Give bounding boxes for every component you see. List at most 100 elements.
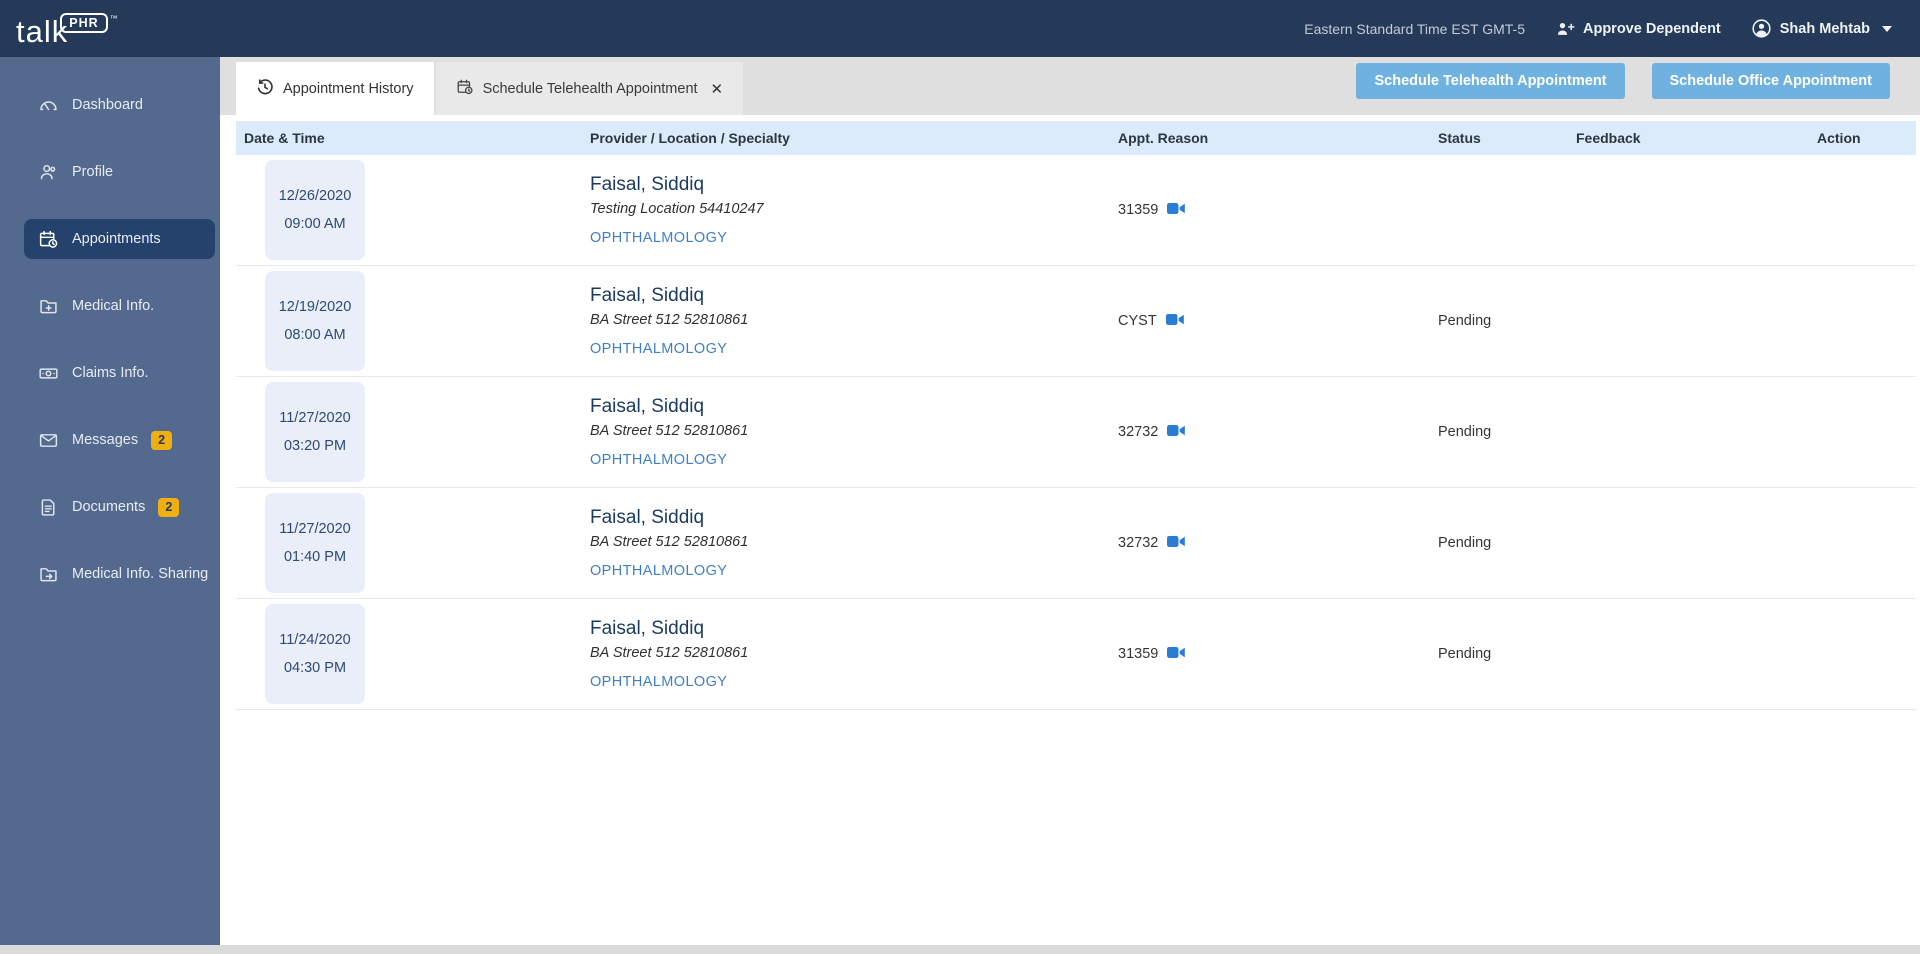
- provider-cell: Faisal, Siddiq BA Street 512 52810861 OP…: [582, 507, 1110, 579]
- medical-info-icon: [38, 296, 59, 317]
- main-content: Appointment History Schedule Telehealth …: [220, 57, 1920, 954]
- schedule-office-appointment-button[interactable]: Schedule Office Appointment: [1651, 62, 1890, 99]
- sidebar-item-appointments[interactable]: Appointments: [24, 219, 215, 259]
- column-header-date: Date & Time: [244, 130, 325, 146]
- app-logo[interactable]: talk PHR ™: [16, 0, 118, 57]
- logo-phr-bubble: PHR: [60, 13, 108, 33]
- video-camera-icon[interactable]: [1167, 535, 1186, 552]
- timezone-label: Eastern Standard Time EST GMT-5: [1304, 20, 1525, 37]
- column-header-reason: Appt. Reason: [1118, 130, 1209, 146]
- table-row: 11/27/2020 03:20 PM Faisal, Siddiq BA St…: [236, 377, 1916, 488]
- sidebar-item-medical-info[interactable]: Medical Info.: [24, 286, 215, 326]
- appointments-icon: [38, 229, 59, 250]
- appointment-date: 11/27/2020: [279, 410, 351, 426]
- provider-cell: Faisal, Siddiq Testing Location 54410247…: [582, 174, 1110, 246]
- tab-strip: Appointment History Schedule Telehealth …: [220, 57, 1920, 115]
- sidebar-item-label: Medical Info. Sharing: [72, 566, 209, 582]
- provider-location: BA Street 512 52810861: [590, 423, 749, 439]
- appointment-time: 04:30 PM: [283, 660, 347, 676]
- tab-label: Appointment History: [283, 80, 414, 97]
- sidebar-item-label: Appointments: [72, 231, 161, 247]
- sidebar: Dashboard Profile Appointments Medical I…: [0, 57, 220, 954]
- provider-name: Faisal, Siddiq: [590, 396, 705, 417]
- appointment-reason: 32732: [1118, 535, 1159, 551]
- approve-dependent-button[interactable]: Approve Dependent: [1555, 19, 1721, 39]
- provider-name: Faisal, Siddiq: [590, 618, 705, 639]
- claims-icon: [38, 363, 59, 384]
- provider-specialty-link[interactable]: OPHTHALMOLOGY: [590, 341, 1110, 357]
- date-time-chip: 11/27/2020 01:40 PM: [265, 493, 365, 593]
- appointment-time: 08:00 AM: [284, 327, 346, 343]
- sidebar-item-claims-info[interactable]: Claims Info.: [24, 353, 215, 393]
- provider-specialty-link[interactable]: OPHTHALMOLOGY: [590, 674, 1110, 690]
- calendar-clock-icon: [456, 78, 474, 100]
- video-camera-icon[interactable]: [1167, 202, 1186, 219]
- profile-icon: [38, 162, 59, 183]
- sidebar-item-documents[interactable]: Documents 2: [24, 487, 215, 527]
- date-cell: 11/24/2020 04:30 PM: [236, 604, 582, 704]
- date-time-chip: 11/24/2020 04:30 PM: [265, 604, 365, 704]
- user-menu[interactable]: Shah Mehtab: [1751, 18, 1892, 39]
- appointment-reason: CYST: [1118, 313, 1157, 329]
- reason-cell: CYST: [1110, 313, 1430, 330]
- horizontal-scrollbar[interactable]: [0, 945, 1920, 954]
- schedule-telehealth-appointment-button[interactable]: Schedule Telehealth Appointment: [1356, 62, 1625, 99]
- tab-appointment-history[interactable]: Appointment History: [236, 62, 434, 115]
- date-time-chip: 12/19/2020 08:00 AM: [265, 271, 365, 371]
- provider-specialty-link[interactable]: OPHTHALMOLOGY: [590, 563, 1110, 579]
- top-bar: talk PHR ™ Eastern Standard Time EST GMT…: [0, 0, 1920, 57]
- status-label: Pending: [1438, 313, 1492, 329]
- provider-name: Faisal, Siddiq: [590, 285, 705, 306]
- sidebar-item-label: Medical Info.: [72, 298, 155, 314]
- sidebar-item-label: Messages: [72, 432, 139, 448]
- provider-specialty-link[interactable]: OPHTHALMOLOGY: [590, 452, 1110, 468]
- video-camera-icon[interactable]: [1167, 646, 1186, 663]
- appointment-reason: 32732: [1118, 424, 1159, 440]
- tab-schedule-telehealth[interactable]: Schedule Telehealth Appointment ✕: [435, 62, 744, 115]
- reason-cell: 32732: [1110, 424, 1430, 441]
- date-cell: 12/26/2020 09:00 AM: [236, 160, 582, 260]
- date-time-chip: 12/26/2020 09:00 AM: [265, 160, 365, 260]
- column-header-action: Action: [1817, 130, 1861, 146]
- messages-icon: [38, 430, 59, 451]
- sidebar-item-messages[interactable]: Messages 2: [24, 420, 215, 460]
- table-header-row: Date & Time Provider / Location / Specia…: [236, 121, 1916, 155]
- status-label: Pending: [1438, 646, 1492, 662]
- status-label: Pending: [1438, 424, 1492, 440]
- column-header-provider: Provider / Location / Specialty: [590, 130, 790, 146]
- sidebar-item-label: Profile: [72, 164, 114, 180]
- video-camera-icon[interactable]: [1167, 424, 1186, 441]
- sidebar-item-medical-info-sharing[interactable]: Medical Info. Sharing: [24, 554, 215, 594]
- sidebar-item-label: Claims Info.: [72, 365, 149, 381]
- chevron-down-icon: [1882, 25, 1892, 32]
- video-camera-icon[interactable]: [1165, 313, 1185, 330]
- provider-location: BA Street 512 52810861: [590, 645, 749, 661]
- logo-trademark: ™: [109, 14, 118, 23]
- appointment-time: 09:00 AM: [284, 216, 346, 232]
- close-icon[interactable]: ✕: [711, 80, 724, 98]
- tab-label: Schedule Telehealth Appointment: [482, 80, 698, 97]
- reason-cell: 31359: [1110, 202, 1430, 219]
- user-avatar-icon: [1751, 18, 1772, 39]
- provider-location: Testing Location 54410247: [590, 201, 764, 217]
- date-cell: 12/19/2020 08:00 AM: [236, 271, 582, 371]
- column-header-status: Status: [1438, 130, 1481, 146]
- reason-cell: 32732: [1110, 535, 1430, 552]
- dashboard-icon: [38, 95, 59, 116]
- documents-icon: [38, 497, 59, 518]
- status-label: Pending: [1438, 535, 1492, 551]
- appointment-time: 03:20 PM: [283, 438, 347, 454]
- documents-count-badge: 2: [158, 497, 180, 517]
- provider-location: BA Street 512 52810861: [590, 534, 749, 550]
- sidebar-item-label: Dashboard: [72, 97, 143, 113]
- messages-count-badge: 2: [151, 430, 173, 450]
- table-row: 12/26/2020 09:00 AM Faisal, Siddiq Testi…: [236, 155, 1916, 266]
- provider-cell: Faisal, Siddiq BA Street 512 52810861 OP…: [582, 285, 1110, 357]
- person-plus-icon: [1555, 19, 1575, 39]
- sidebar-item-profile[interactable]: Profile: [24, 152, 215, 192]
- reason-cell: 31359: [1110, 646, 1430, 663]
- appointment-time: 01:40 PM: [283, 549, 347, 565]
- sidebar-item-dashboard[interactable]: Dashboard: [24, 85, 215, 125]
- history-icon: [256, 78, 274, 100]
- provider-specialty-link[interactable]: OPHTHALMOLOGY: [590, 230, 1110, 246]
